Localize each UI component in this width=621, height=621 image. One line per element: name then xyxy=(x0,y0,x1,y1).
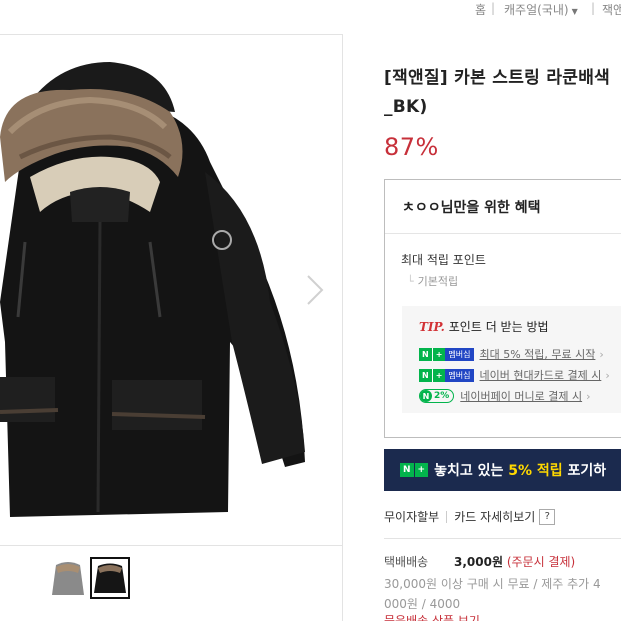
breadcrumb: 홈 | 캐주얼(국내) ▼ | 잭앤 xyxy=(0,0,621,20)
product-title-line-2: _BK) xyxy=(384,97,428,117)
breadcrumb-home[interactable]: 홈 xyxy=(475,1,486,18)
section-divider xyxy=(384,538,621,539)
column-divider xyxy=(342,34,343,621)
discount-rate: 87% xyxy=(384,133,439,161)
breadcrumb-brand[interactable]: 잭앤 xyxy=(602,1,621,18)
product-title: [잭앤질] 카본 스트링 라쿤배색 _BK) xyxy=(384,64,621,122)
next-image-arrow[interactable] xyxy=(300,270,330,310)
breadcrumb-category-label: 캐주얼(국내) xyxy=(504,3,569,17)
tip-label: TIP. xyxy=(419,320,445,334)
banner-prefix: 놓치고 있는 xyxy=(434,463,504,479)
thumbnail-black[interactable] xyxy=(90,557,130,599)
membership-banner[interactable]: N + 놓치고 있는 5% 적립 포기하 xyxy=(384,449,621,491)
shipping-fee-note: (주문시 결제) xyxy=(506,555,576,569)
breadcrumb-separator: | xyxy=(491,1,496,15)
thumbnail-divider xyxy=(0,545,342,546)
installment-row: 무이자할부 카드 자세히보기 ? xyxy=(384,508,556,525)
tip-text: 포인트 더 받는 방법 xyxy=(448,320,549,334)
naver-plus-membership-badge: N + 멤버십 xyxy=(419,368,474,382)
chevron-right-icon: › xyxy=(586,389,591,403)
shipping-fee: 3,000원 (주문시 결제) xyxy=(454,553,575,570)
naver-plus-icon: N + xyxy=(400,463,429,477)
chevron-right-icon: › xyxy=(599,347,604,361)
shipping-detail-line-2: 000원 / 4000 xyxy=(384,597,461,611)
help-icon[interactable]: ? xyxy=(539,508,556,525)
thumbnail-gray[interactable] xyxy=(48,557,88,599)
bundle-shipping-link[interactable]: 묶음배송 상품 보기 xyxy=(384,612,480,621)
benefit-title: ㅊㅇㅇ님만을 위한 혜택 xyxy=(402,200,541,216)
tip-row-link: 네이버 현대카드로 결제 시 xyxy=(479,369,602,382)
naverpay-badge: N 2% xyxy=(419,389,455,403)
basic-points-row: └ 기본적립 xyxy=(407,273,458,289)
tree-branch-icon: └ xyxy=(407,275,414,288)
breadcrumb-category[interactable]: 캐주얼(국내) ▼ xyxy=(504,1,578,18)
naver-plus-membership-badge: N + 멤버십 xyxy=(419,347,474,361)
benefit-box: ㅊㅇㅇ님만을 위한 혜택 최대 적립 포인트 └ 기본적립 TIP. 포인트 더 받… xyxy=(384,179,621,438)
divider xyxy=(446,510,448,523)
shipping-detail-line-1: 30,000원 이상 구매 시 무료 / 제주 추가 4 xyxy=(384,577,601,591)
product-title-line-1: [잭앤질] 카본 스트링 라쿤배색 xyxy=(384,68,611,88)
triangle-down-icon: ▼ xyxy=(571,7,578,16)
installment-label: 무이자할부 xyxy=(384,510,440,524)
banner-suffix: 포기하 xyxy=(567,463,607,479)
card-detail-link[interactable]: 카드 자세히보기 xyxy=(454,508,535,525)
product-main-image xyxy=(0,62,305,517)
tip-box: TIP. 포인트 더 받는 방법 N + 멤버십 최대 5% 적립, 무료 시작 › … xyxy=(402,306,621,413)
shipping-detail: 30,000원 이상 구매 시 무료 / 제주 추가 4 000원 / 4000 xyxy=(384,574,621,614)
chevron-right-icon: › xyxy=(605,368,610,382)
breadcrumb-separator: | xyxy=(591,1,596,15)
banner-highlight: 5% 적립 xyxy=(508,463,563,479)
tip-row-link: 최대 5% 적립, 무료 시작 xyxy=(479,348,596,361)
max-points-label: 최대 적립 포인트 xyxy=(401,253,486,267)
chevron-right-icon xyxy=(307,275,324,305)
shipping-fee-amount: 3,000원 xyxy=(454,555,503,569)
tip-row-link: 네이버페이 머니로 결제 시 xyxy=(460,390,583,403)
shipping-label: 택배배송 xyxy=(384,555,429,569)
tip-row-naverpay-money[interactable]: N 2% 네이버페이 머니로 결제 시 › xyxy=(419,388,591,404)
benefit-divider xyxy=(385,233,621,234)
image-area-top-border xyxy=(0,34,342,35)
tip-row-membership[interactable]: N + 멤버십 최대 5% 적립, 무료 시작 › xyxy=(419,346,604,362)
basic-points-label: 기본적립 xyxy=(417,275,459,288)
tip-heading: TIP. 포인트 더 받는 방법 xyxy=(419,318,549,335)
tip-row-hyundai-card[interactable]: N + 멤버십 네이버 현대카드로 결제 시 › xyxy=(419,367,610,383)
